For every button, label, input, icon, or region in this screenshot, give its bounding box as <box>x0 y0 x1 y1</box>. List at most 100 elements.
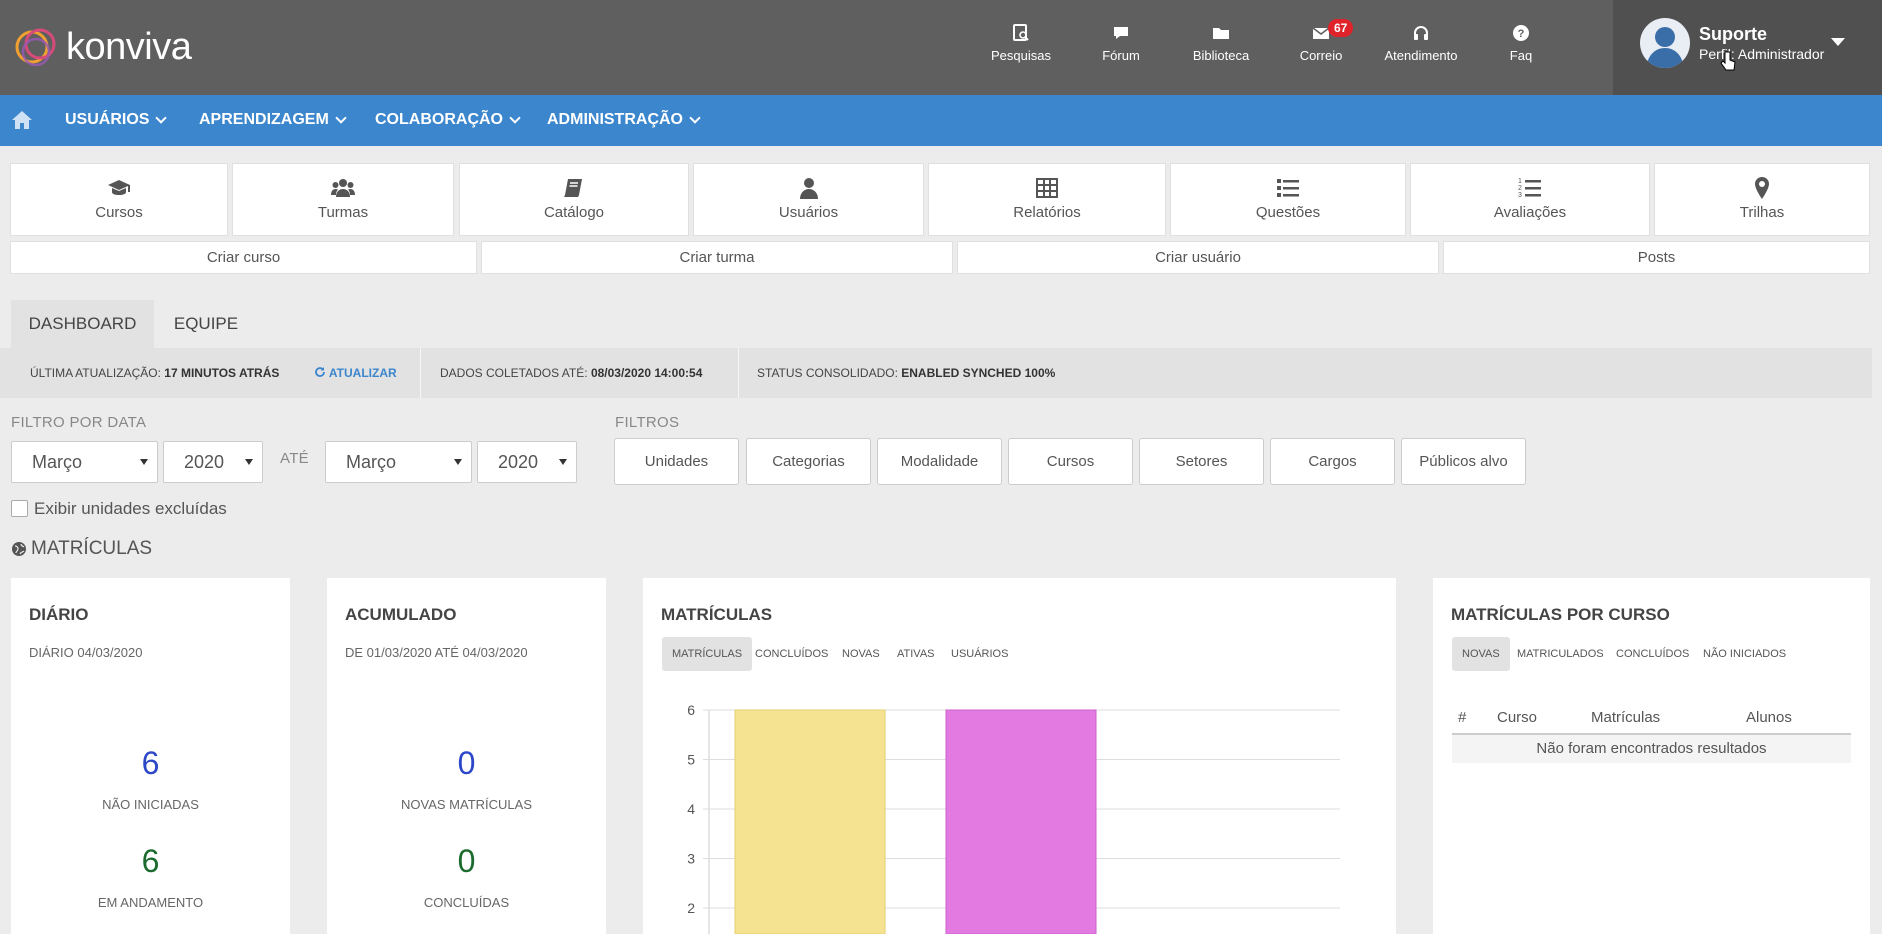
tab-dashboard[interactable]: DASHBOARD <box>11 300 154 348</box>
nav-label: ADMINISTRAÇÃO <box>547 111 683 128</box>
user-avatar-icon <box>1646 27 1684 68</box>
chart-bar[interactable] <box>945 709 1097 934</box>
filter-cargos-button[interactable]: Cargos <box>1270 438 1395 485</box>
card-acumulado: ACUMULADO DE 01/03/2020 ATÉ 04/03/2020 0… <box>327 578 606 934</box>
chart-tab-concluidos[interactable]: CONCLUÍDOS <box>745 637 838 671</box>
svg-text:?: ? <box>1518 28 1525 40</box>
date-filter-label: FILTRO POR DATA <box>11 414 147 431</box>
topbar-pesquisas[interactable]: Pesquisas <box>976 24 1066 63</box>
shortcut-label: Catálogo <box>543 204 605 221</box>
table-icon <box>929 176 1165 200</box>
list-icon <box>1171 176 1405 200</box>
topbar-atendimento[interactable]: Atendimento <box>1376 24 1466 63</box>
shortcut-cursos[interactable]: Cursos <box>10 163 228 236</box>
graduation-cap-icon <box>11 176 227 200</box>
refresh-icon <box>315 367 325 377</box>
show-excluded-checkbox[interactable] <box>11 500 28 517</box>
course-tab-matriculados[interactable]: MATRICULADOS <box>1507 637 1614 671</box>
course-tab-concluidos[interactable]: CONCLUÍDOS <box>1606 637 1699 671</box>
course-tab-nao-iniciados[interactable]: NÃO INICIADOS <box>1693 637 1796 671</box>
chart-tab-matriculas[interactable]: MATRÍCULAS <box>662 637 753 671</box>
y-tick-label: 4 <box>687 801 695 817</box>
caret-down-icon <box>454 459 462 465</box>
column-header[interactable]: Curso <box>1497 709 1537 726</box>
map-marker-icon <box>1655 176 1869 200</box>
topbar-label: Correio <box>1299 48 1343 63</box>
topbar-correio[interactable]: 67 Correio <box>1276 19 1366 63</box>
filter-unidades-button[interactable]: Unidades <box>614 438 739 485</box>
course-tab-novas[interactable]: NOVAS <box>1452 637 1510 671</box>
create-user-button[interactable]: Criar usuário <box>957 241 1439 274</box>
filter-publicos-alvo-button[interactable]: Públicos alvo <box>1401 438 1526 485</box>
action-label: Criar curso <box>206 249 281 266</box>
svg-text:2: 2 <box>1518 185 1522 192</box>
home-icon[interactable] <box>11 109 33 131</box>
y-tick-label: 5 <box>687 752 695 768</box>
chart-bar[interactable] <box>734 709 886 934</box>
show-excluded-label: Exibir unidades excluídas <box>34 499 227 518</box>
logo-rings-icon <box>15 28 56 67</box>
last-update-status: ÚLTIMA ATUALIZAÇÃO: 17 MINUTOS ATRÁS <box>30 366 279 380</box>
shortcut-trilhas[interactable]: Trilhas <box>1654 163 1870 236</box>
select-value: Março <box>346 452 397 472</box>
user-menu[interactable]: Suporte Perfil: Administrador <box>1613 0 1882 95</box>
filter-modalidade-button[interactable]: Modalidade <box>877 438 1002 485</box>
filter-categorias-button[interactable]: Categorias <box>746 438 871 485</box>
to-month-select[interactable]: Março <box>325 441 472 483</box>
create-class-button[interactable]: Criar turma <box>481 241 953 274</box>
filter-label: Públicos alvo <box>1419 453 1508 470</box>
posts-button[interactable]: Posts <box>1443 241 1870 274</box>
topbar-forum[interactable]: Fórum <box>1076 24 1166 63</box>
from-year-select[interactable]: 2020 <box>163 441 263 483</box>
caret-down-icon[interactable] <box>1831 38 1845 46</box>
shortcut-usuarios[interactable]: Usuários <box>693 163 924 236</box>
shortcut-questoes[interactable]: Questões <box>1170 163 1406 236</box>
tab-label: DASHBOARD <box>28 314 137 333</box>
create-course-button[interactable]: Criar curso <box>10 241 477 274</box>
topbar-biblioteca[interactable]: Biblioteca <box>1176 24 1266 63</box>
book-icon <box>460 176 688 200</box>
konviva-logo[interactable]: konviva <box>12 22 192 72</box>
not-started-count: 6 <box>141 745 160 781</box>
chart-tab-usuarios[interactable]: USUÁRIOS <box>941 637 1018 671</box>
column-header[interactable]: # <box>1458 709 1466 726</box>
collected-label: DADOS COLETADOS ATÉ: <box>440 366 588 380</box>
shortcut-avaliacoes[interactable]: 123 Avaliações <box>1410 163 1650 236</box>
consolidated-value: ENABLED SYNCHED 100% <box>901 366 1056 380</box>
nav-colaboracao[interactable]: COLABORAÇÃO <box>375 111 521 129</box>
shortcut-catalogo[interactable]: Catálogo <box>459 163 689 236</box>
y-tick-label: 6 <box>687 702 695 718</box>
shortcut-turmas[interactable]: Turmas <box>232 163 454 236</box>
card-diario: DIÁRIO DIÁRIO 04/03/2020 6 NÃO INICIADAS… <box>11 578 290 934</box>
topbar-faq[interactable]: ? Faq <box>1476 24 1566 63</box>
section-title: MATRÍCULAS <box>11 538 152 560</box>
completed-label: CONCLUÍDAS <box>423 895 510 910</box>
nav-aprendizagem[interactable]: APRENDIZAGEM <box>199 111 347 129</box>
nav-administracao[interactable]: ADMINISTRAÇÃO <box>547 111 701 129</box>
nav-label: USUÁRIOS <box>65 111 150 128</box>
topbar-label: Biblioteca <box>1192 48 1250 63</box>
column-header[interactable]: Alunos <box>1746 709 1792 726</box>
refresh-link[interactable]: ATUALIZAR <box>314 366 397 380</box>
shortcut-relatorios[interactable]: Relatórios <box>928 163 1166 236</box>
in-progress-label: EM ANDAMENTO <box>97 895 204 910</box>
chart-tab-ativas[interactable]: ATIVAS <box>887 637 945 671</box>
survey-icon <box>976 24 1066 44</box>
chevron-down-icon <box>155 111 168 124</box>
svg-text:3: 3 <box>1518 192 1522 199</box>
action-label: Criar turma <box>679 249 755 266</box>
filter-setores-button[interactable]: Setores <box>1139 438 1264 485</box>
chart-tab-novas[interactable]: NOVAS <box>832 637 890 671</box>
filter-cursos-button[interactable]: Cursos <box>1008 438 1133 485</box>
section-title-text: MATRÍCULAS <box>31 538 153 559</box>
shortcut-label: Relatórios <box>1013 204 1081 221</box>
from-month-select[interactable]: Março <box>11 441 158 483</box>
nav-label: APRENDIZAGEM <box>199 111 329 128</box>
nav-usuarios[interactable]: USUÁRIOS <box>65 111 168 129</box>
nav-label: COLABORAÇÃO <box>375 111 503 128</box>
to-year-select[interactable]: 2020 <box>477 441 577 483</box>
chat-bubble-icon <box>1076 24 1166 44</box>
column-header[interactable]: Matrículas <box>1591 709 1660 726</box>
tab-equipe[interactable]: EQUIPE <box>160 300 252 348</box>
brand-name: konviva <box>66 25 192 68</box>
